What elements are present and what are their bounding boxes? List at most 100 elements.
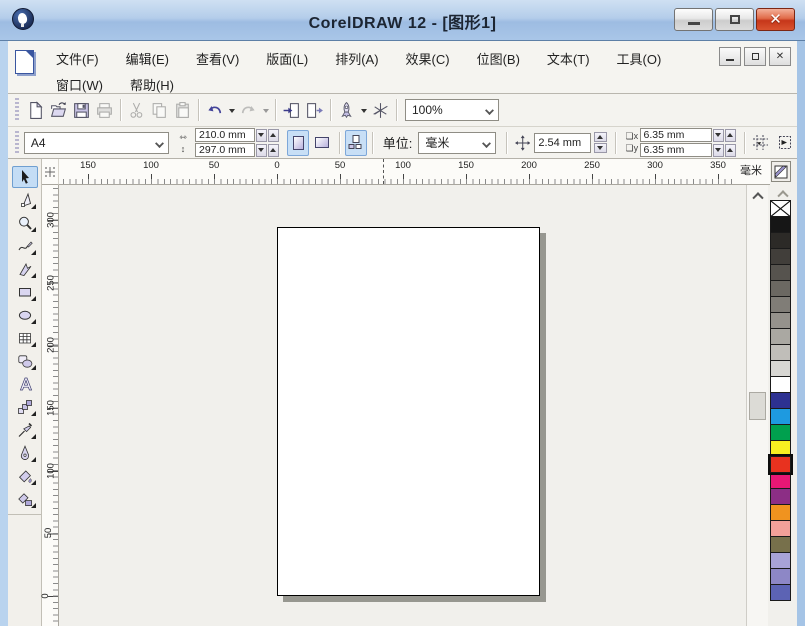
outline-tool[interactable] [12, 442, 38, 464]
menu-item[interactable]: 效果(C) [402, 47, 454, 70]
color-swatch[interactable] [770, 360, 791, 377]
cut-button[interactable] [125, 98, 148, 122]
units-combo[interactable]: 毫米 [418, 132, 496, 154]
new-document-button[interactable] [24, 98, 47, 122]
horizontal-ruler[interactable]: 15010050050100150200250300350 [59, 159, 732, 185]
document-minimize-button[interactable] [719, 47, 741, 66]
close-button[interactable]: ✕ [756, 8, 795, 31]
nudge-down-spinner[interactable] [594, 143, 607, 153]
scroll-up-button[interactable] [747, 185, 768, 205]
minimize-button[interactable] [674, 8, 713, 31]
interactive-fill-tool[interactable] [12, 488, 38, 510]
color-swatch[interactable] [770, 536, 791, 553]
color-swatch[interactable] [770, 248, 791, 265]
color-swatch[interactable] [770, 232, 791, 249]
duplicate-y-down-spinner[interactable] [713, 144, 724, 157]
color-swatch[interactable] [770, 392, 791, 409]
palette-scroll-up-button[interactable] [768, 185, 797, 200]
launcher-dropdown[interactable] [358, 98, 369, 122]
graph-paper-tool[interactable] [12, 327, 38, 349]
application-launcher-button[interactable] [335, 98, 358, 122]
duplicate-x-field[interactable]: 6.35 mm [640, 128, 712, 142]
snap-to-grid-button[interactable] [749, 130, 771, 156]
ellipse-tool[interactable] [12, 304, 38, 326]
color-swatch[interactable] [770, 296, 791, 313]
color-swatch[interactable] [770, 504, 791, 521]
nudge-up-spinner[interactable] [594, 132, 607, 142]
color-swatch[interactable] [770, 312, 791, 329]
paper-width-field[interactable]: 210.0 mm [195, 128, 255, 142]
apply-to-all-pages-button[interactable] [345, 130, 367, 156]
menu-item[interactable]: 工具(O) [613, 47, 666, 70]
menu-item[interactable]: 查看(V) [192, 47, 243, 70]
freehand-tool[interactable] [12, 235, 38, 257]
paper-height-up-spinner[interactable] [268, 144, 279, 157]
zoom-level-combo[interactable]: 100% [405, 99, 499, 121]
undo-button[interactable] [203, 98, 226, 122]
vertical-scrollbar[interactable] [746, 185, 768, 626]
snap-to-objects-button[interactable] [774, 130, 796, 156]
drawing-canvas[interactable] [59, 185, 746, 626]
color-swatch[interactable] [770, 264, 791, 281]
duplicate-x-down-spinner[interactable] [713, 129, 724, 142]
portrait-orientation-button[interactable] [287, 130, 309, 156]
paper-width-down-spinner[interactable] [256, 129, 267, 142]
color-swatch[interactable] [770, 328, 791, 345]
redo-button[interactable] [237, 98, 260, 122]
paste-button[interactable] [171, 98, 194, 122]
color-swatch[interactable] [770, 216, 791, 233]
color-swatch[interactable] [770, 520, 791, 537]
color-swatch[interactable] [770, 408, 791, 425]
color-swatch[interactable] [770, 424, 791, 441]
color-swatch[interactable] [770, 488, 791, 505]
duplicate-y-up-spinner[interactable] [725, 144, 736, 157]
duplicate-x-up-spinner[interactable] [725, 129, 736, 142]
ruler-origin-button[interactable] [42, 159, 59, 185]
copy-button[interactable] [148, 98, 171, 122]
paper-type-combo[interactable]: A4 [24, 132, 169, 154]
color-swatch[interactable] [770, 568, 791, 585]
pick-tool[interactable] [12, 166, 38, 188]
color-swatch[interactable] [770, 440, 791, 457]
rectangle-tool[interactable] [12, 281, 38, 303]
toolbar-grip[interactable] [15, 98, 19, 122]
color-swatch[interactable] [770, 344, 791, 361]
scrollbar-thumb[interactable] [749, 392, 766, 420]
print-button[interactable] [93, 98, 116, 122]
maximize-button[interactable] [715, 8, 754, 31]
paper-height-down-spinner[interactable] [256, 144, 267, 157]
save-button[interactable] [70, 98, 93, 122]
vertical-ruler[interactable]: 300250200150100500 [42, 185, 59, 626]
titlebar[interactable]: CorelDRAW 12 - [图形1] ✕ [0, 0, 805, 41]
color-swatch[interactable] [770, 584, 791, 601]
color-swatch[interactable] [770, 280, 791, 297]
menu-item[interactable]: 文本(T) [543, 47, 594, 70]
menu-item[interactable]: 排列(A) [331, 47, 382, 70]
document-restore-button[interactable] [744, 47, 766, 66]
color-swatch[interactable] [770, 472, 791, 489]
menu-item[interactable]: 窗口(W) [52, 73, 107, 96]
document-page[interactable] [277, 227, 540, 596]
no-color-swatch[interactable] [770, 200, 791, 217]
document-close-button[interactable]: ✕ [769, 47, 791, 66]
menu-item[interactable]: 帮助(H) [126, 73, 178, 96]
open-document-button[interactable] [47, 98, 70, 122]
duplicate-y-field[interactable]: 6.35 mm [640, 143, 712, 157]
redo-dropdown[interactable] [260, 98, 271, 122]
interactive-blend-tool[interactable] [12, 396, 38, 418]
paper-width-up-spinner[interactable] [268, 129, 279, 142]
menu-item[interactable]: 版面(L) [262, 47, 312, 70]
smart-drawing-tool[interactable] [12, 258, 38, 280]
nudge-offset-field[interactable]: 2.54 mm [534, 133, 590, 153]
color-swatch[interactable] [770, 376, 791, 393]
menu-item[interactable]: 编辑(E) [122, 47, 173, 70]
zoom-tool[interactable] [12, 212, 38, 234]
color-swatch[interactable] [770, 552, 791, 569]
paper-height-field[interactable]: 297.0 mm [195, 143, 255, 157]
ruler-options-button[interactable] [771, 161, 791, 182]
eyedropper-tool[interactable] [12, 419, 38, 441]
shape-tool[interactable] [12, 189, 38, 211]
fill-tool[interactable] [12, 465, 38, 487]
export-button[interactable] [303, 98, 326, 122]
undo-dropdown[interactable] [226, 98, 237, 122]
